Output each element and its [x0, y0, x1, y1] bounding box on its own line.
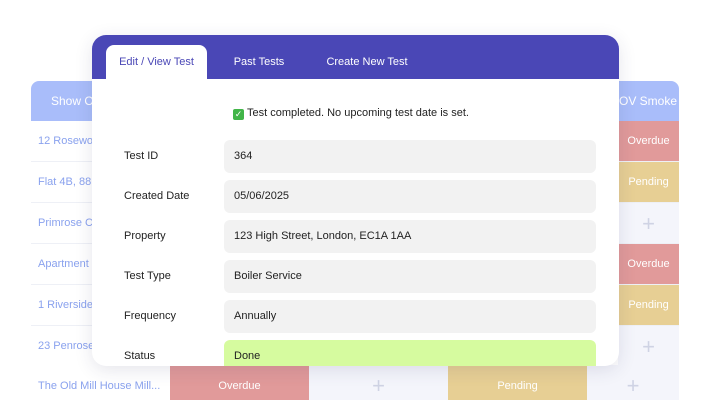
smoke-status-column: Overdue Pending + Overdue Pending +: [618, 121, 679, 367]
tab-edit-view-test[interactable]: Edit / View Test: [106, 45, 207, 79]
table-row: The Old Mill House Mill... Overdue + Pen…: [0, 365, 679, 400]
status-cell-pending[interactable]: Pending: [618, 162, 679, 203]
status-cell-overdue[interactable]: Overdue: [618, 121, 679, 162]
property-value[interactable]: 123 High Street, London, EC1A 1AA: [224, 220, 596, 253]
test-details-modal: Edit / View Test Past Tests Create New T…: [92, 35, 619, 366]
field-label: Property: [124, 230, 166, 242]
status-cell-pending[interactable]: Pending: [448, 365, 587, 400]
frequency-value[interactable]: Annually: [224, 300, 596, 333]
completion-notice: ✓ Test completed. No upcoming test date i…: [233, 105, 469, 121]
tab-create-new-test[interactable]: Create New Test: [311, 45, 423, 79]
field-label: Test ID: [124, 150, 159, 162]
test-type-value[interactable]: Boiler Service: [224, 260, 596, 293]
field-status: Status Done: [92, 340, 619, 366]
property-link[interactable]: The Old Mill House Mill...: [31, 365, 170, 400]
field-property: Property 123 High Street, London, EC1A 1…: [92, 220, 619, 253]
add-test-icon[interactable]: +: [587, 365, 679, 400]
add-test-icon[interactable]: +: [309, 365, 448, 400]
status-value[interactable]: Done: [224, 340, 596, 366]
field-label: Frequency: [124, 310, 176, 322]
field-frequency: Frequency Annually: [92, 300, 619, 333]
add-test-icon[interactable]: +: [618, 203, 679, 244]
add-test-icon[interactable]: +: [618, 326, 679, 367]
app-screen: Show Ov OV Smoke Y 12 Rosewo Flat 4B, 88…: [0, 0, 710, 400]
status-cell-overdue[interactable]: Overdue: [170, 365, 309, 400]
field-label: Created Date: [124, 190, 190, 202]
status-cell-pending[interactable]: Pending: [618, 285, 679, 326]
field-label: Status: [124, 350, 156, 362]
status-cell-overdue[interactable]: Overdue: [618, 244, 679, 285]
field-test-id: Test ID 364: [92, 140, 619, 173]
check-icon: ✓: [233, 109, 244, 120]
created-date-value: 05/06/2025: [224, 180, 596, 213]
field-created-date: Created Date 05/06/2025: [92, 180, 619, 213]
notice-text: Test completed. No upcoming test date is…: [247, 107, 469, 119]
test-id-value: 364: [224, 140, 596, 173]
modal-tab-bar: Edit / View Test Past Tests Create New T…: [92, 35, 619, 79]
field-test-type: Test Type Boiler Service: [92, 260, 619, 293]
field-label: Test Type: [124, 270, 171, 282]
table-header-smoke[interactable]: OV Smoke Y: [619, 81, 679, 121]
tab-past-tests[interactable]: Past Tests: [217, 45, 301, 79]
